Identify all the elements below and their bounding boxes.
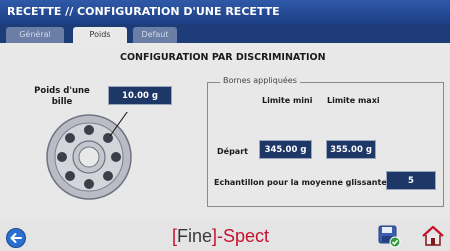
window-title: RECETTE // CONFIGURATION D'UNE RECETTE <box>0 0 450 24</box>
bearing-illustration <box>46 112 132 200</box>
brand-fine: Fine <box>177 226 213 246</box>
col-limite-mini: Limite mini <box>262 96 313 105</box>
poids-bille-input[interactable]: 10.00 g <box>108 86 172 105</box>
poids-bille-label: Poids d'une bille <box>34 86 90 107</box>
tab-general[interactable]: Général <box>6 27 64 43</box>
tab-defaut[interactable]: Defaut <box>133 27 177 43</box>
save-icon[interactable] <box>377 224 401 248</box>
echantillon-label: Echantillon pour la moyenne glissante <box>214 178 387 187</box>
bornes-title: Bornes appliquées <box>220 76 300 85</box>
back-arrow-icon[interactable] <box>6 228 26 248</box>
brand-logo: [Fine]-Spect <box>172 226 269 247</box>
home-icon[interactable] <box>421 224 445 248</box>
tab-strip: Général Poids Defaut <box>0 24 450 43</box>
tab-poids[interactable]: Poids <box>73 27 127 43</box>
echantillon-input[interactable]: 5 <box>386 171 436 190</box>
depart-max-input[interactable]: 355.00 g <box>326 140 376 159</box>
brand-suffix: ]-Spect <box>212 226 270 246</box>
col-limite-maxi: Limite maxi <box>327 96 380 105</box>
depart-label: Départ <box>217 147 248 156</box>
depart-min-input[interactable]: 345.00 g <box>259 140 312 159</box>
page-heading: CONFIGURATION PAR DISCRIMINATION <box>120 52 326 63</box>
